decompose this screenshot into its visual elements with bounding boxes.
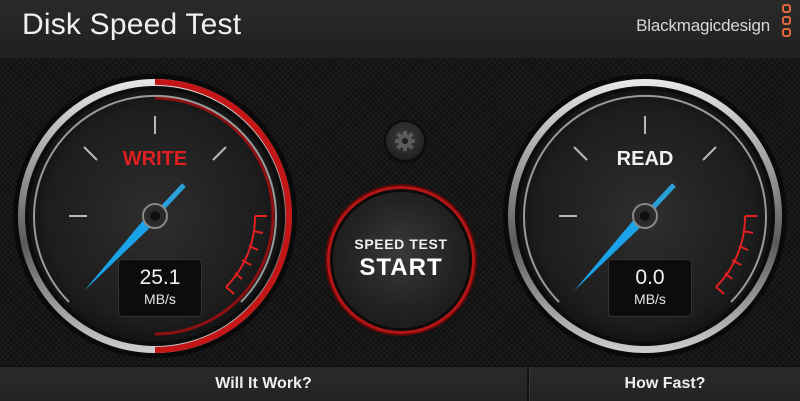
title-bar: Disk Speed Test Blackmagicdesign	[0, 0, 800, 59]
how-fast-button[interactable]: How Fast?	[530, 367, 800, 401]
main-panel: WRITE 25.1 MB/s SPEED TEST START READ 0.…	[0, 58, 800, 366]
write-readout: 25.1 MB/s	[118, 259, 202, 317]
settings-button[interactable]	[386, 122, 424, 160]
read-gauge-label: READ	[616, 148, 674, 170]
gear-icon	[395, 131, 415, 151]
brand-logo-text: Blackmagicdesign	[636, 16, 770, 35]
read-speed-unit: MB/s	[634, 291, 666, 307]
footer-bar: Will It Work? How Fast?	[0, 366, 800, 401]
write-gauge-dial	[13, 74, 297, 358]
speed-test-start-button[interactable]: SPEED TEST START	[333, 192, 469, 328]
read-gauge-dial	[503, 74, 787, 358]
will-it-work-button[interactable]: Will It Work?	[0, 367, 527, 401]
start-button-line2: START	[359, 254, 443, 281]
read-readout: 0.0 MB/s	[608, 259, 692, 317]
write-gauge: WRITE 25.1 MB/s	[0, 72, 310, 362]
write-speed-value: 25.1	[139, 266, 181, 289]
write-speed-unit: MB/s	[144, 291, 176, 307]
brand-logo-icon	[782, 4, 791, 40]
app-title: Disk Speed Test	[22, 8, 242, 41]
read-speed-value: 0.0	[635, 266, 665, 289]
read-gauge: READ 0.0 MB/s	[490, 72, 800, 362]
write-gauge-label: WRITE	[122, 148, 188, 170]
start-button-line1: SPEED TEST	[354, 236, 448, 252]
